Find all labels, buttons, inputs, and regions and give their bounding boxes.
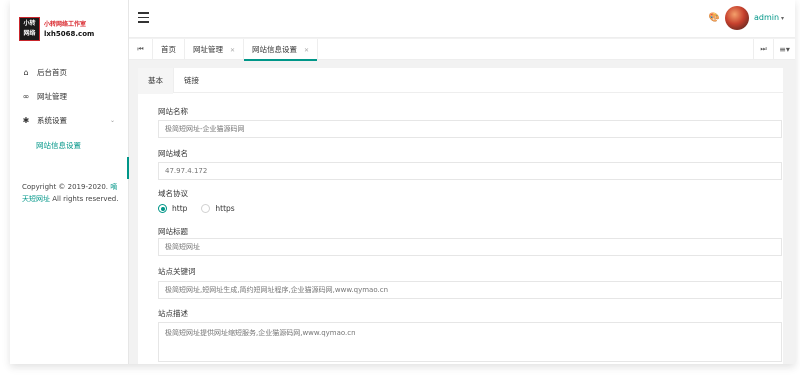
tabs-next-icon[interactable]: ⏭	[753, 39, 773, 60]
avatar[interactable]	[725, 6, 749, 30]
site-domain-input[interactable]	[158, 162, 782, 180]
site-title-input[interactable]	[158, 238, 782, 256]
sidebar-item-url-manage[interactable]: ∞ 网址管理	[10, 84, 129, 108]
keywords-input[interactable]	[158, 281, 782, 299]
sidebar-subitem-label: 网站信息设置	[36, 140, 81, 150]
protocol-label: 域名协议	[158, 189, 188, 198]
chevron-down-icon: ⌄	[109, 116, 115, 124]
site-name-input[interactable]	[158, 120, 782, 138]
radio-http[interactable]: http	[158, 204, 187, 213]
tab-home[interactable]: 首页	[153, 38, 185, 60]
tabs-menu-icon[interactable]: ≡▾	[773, 39, 795, 60]
sidebar-menu: ⌂ 后台首页 ∞ 网址管理 ✱ 系统设置 ⌄ 网站信息设置	[10, 60, 129, 179]
logo-text: 小转网络工作室 lxh5068.com	[44, 20, 94, 39]
description-textarea[interactable]	[158, 322, 782, 362]
protocol-radio-group: http https	[158, 204, 249, 213]
menu-toggle-icon[interactable]	[138, 12, 149, 26]
radio-label: http	[172, 204, 188, 213]
logo-mark: 小转 网络	[19, 17, 40, 41]
radio-https[interactable]: https	[201, 204, 235, 213]
radio-label: https	[215, 204, 235, 213]
tab-label: 首页	[161, 44, 176, 54]
radio-dot	[201, 204, 211, 213]
gear-icon: ✱	[22, 115, 30, 125]
sidebar-subitem-site-info[interactable]: 网站信息设置	[10, 132, 129, 158]
copyright-suffix: All rights reserved.	[52, 195, 119, 203]
close-icon[interactable]: ✕	[230, 47, 235, 54]
keywords-label: 站点关键词	[158, 267, 196, 276]
sidebar-item-label: 网址管理	[37, 91, 67, 101]
description-label: 站点描述	[158, 309, 188, 318]
card-tabs: 基本 链接	[138, 68, 783, 94]
app-window: 小转 网络 小转网络工作室 lxh5068.com ⌂ 后台首页 ∞ 网址管理 …	[10, 0, 795, 364]
logo-tagline: 小转网络工作室	[44, 20, 87, 28]
tab-label: 网址管理	[193, 44, 223, 54]
tab-url-manage[interactable]: 网址管理 ✕	[185, 38, 245, 60]
user-menu[interactable]: admin	[754, 13, 784, 22]
logo-line2: 网络	[23, 30, 36, 37]
site-title-label: 网站标题	[158, 227, 188, 236]
logo-line1: 小转	[23, 20, 36, 27]
home-icon: ⌂	[23, 67, 29, 77]
sidebar-item-label: 系统设置	[37, 115, 67, 125]
sidebar: 小转 网络 小转网络工作室 lxh5068.com ⌂ 后台首页 ∞ 网址管理 …	[10, 0, 129, 364]
top-header: 🎨 admin	[129, 0, 795, 38]
tab-links[interactable]: 链接	[174, 68, 209, 93]
copyright: Copyright © 2019-2020. 嘀天短网址 All rights …	[22, 181, 124, 205]
tabs-prev-icon[interactable]: ⏮	[129, 38, 153, 60]
close-icon[interactable]: ✕	[304, 47, 309, 54]
sidebar-item-system-settings[interactable]: ✱ 系统设置 ⌄	[10, 108, 129, 179]
tab-site-info[interactable]: 网站信息设置 ✕	[244, 38, 319, 61]
tab-basic[interactable]: 基本	[138, 68, 174, 94]
site-domain-label: 网站域名	[158, 149, 188, 158]
link-icon: ∞	[22, 91, 30, 101]
logo-domain: lxh5068.com	[44, 29, 95, 38]
page-tabs: ⏮ 首页 网址管理 ✕ 网站信息设置 ✕ ⏭ ≡▾	[129, 38, 795, 61]
settings-card: 基本 链接 网站名称 网站域名 域名协议 http https 网站标题 站点关…	[138, 68, 783, 364]
site-name-label: 网站名称	[158, 107, 188, 116]
logo[interactable]: 小转 网络 小转网络工作室 lxh5068.com	[19, 16, 94, 42]
sidebar-item-label: 后台首页	[37, 67, 67, 77]
sidebar-item-home[interactable]: ⌂ 后台首页	[10, 60, 129, 84]
radio-dot	[158, 204, 167, 213]
theme-icon[interactable]: 🎨	[709, 13, 720, 23]
tab-label: 网站信息设置	[252, 44, 298, 54]
copyright-prefix: Copyright © 2019-2020.	[22, 183, 109, 191]
